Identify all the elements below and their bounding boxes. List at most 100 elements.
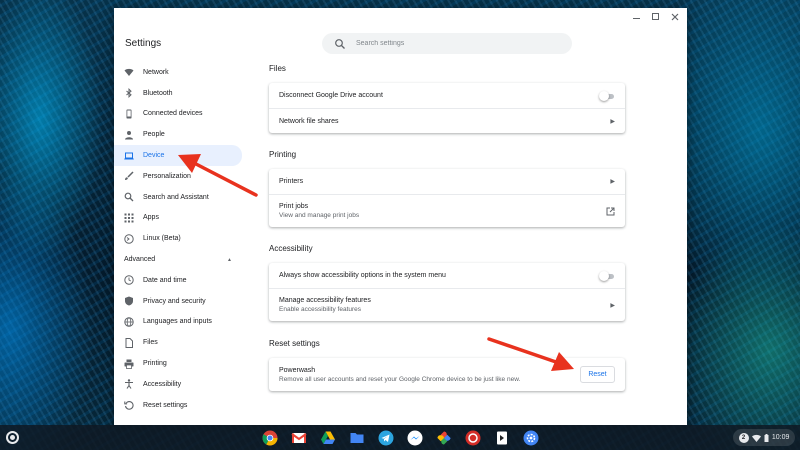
- printers-row[interactable]: Printers ▶: [269, 169, 625, 194]
- minimize-button[interactable]: [630, 10, 643, 23]
- sidebar-item-label: Languages and inputs: [143, 318, 212, 326]
- section-title-files: Files: [269, 64, 286, 73]
- settings-icon: [523, 430, 538, 445]
- sidebar-item-bluetooth[interactable]: Bluetooth: [114, 83, 242, 104]
- sidebar-item-printing[interactable]: Printing: [114, 353, 242, 374]
- sidebar-item-accessibility[interactable]: Accessibility: [114, 374, 242, 395]
- printing-card: Printers ▶ Print jobs View and manage pr…: [269, 169, 625, 227]
- pinned-apps: [259, 428, 541, 447]
- sidebar-item-label: Network: [143, 68, 169, 76]
- telegram-icon: [378, 430, 393, 445]
- reset-button[interactable]: Reset: [580, 366, 615, 383]
- sidebar-item-personalization[interactable]: Personalization: [114, 166, 242, 187]
- advanced-label: Advanced: [124, 256, 156, 264]
- sidebar-item-languages[interactable]: Languages and inputs: [114, 312, 242, 333]
- row-label: Network file shares: [279, 117, 339, 125]
- clock-time: 10:09: [771, 434, 790, 441]
- minimize-icon: [633, 18, 640, 19]
- search-bar[interactable]: [322, 33, 572, 54]
- launcher-button[interactable]: [6, 431, 19, 444]
- sidebar-item-label: Personalization: [143, 172, 191, 180]
- reset-card: Powerwash Remove all user accounts and r…: [269, 358, 625, 391]
- search-input[interactable]: [356, 40, 536, 47]
- settings-window: Settings Network Bluetooth Connected dev…: [114, 8, 687, 425]
- network-file-shares-row[interactable]: Network file shares ▶: [269, 108, 625, 133]
- search-icon: [124, 192, 134, 202]
- sidebar-item-connected-devices[interactable]: Connected devices: [114, 104, 242, 125]
- messenger-icon: [407, 430, 422, 445]
- sidebar-item-label: Reset settings: [143, 401, 188, 409]
- arrow-right-icon: ▶: [610, 302, 615, 309]
- sidebar-item-label: Printing: [143, 360, 167, 368]
- bluetooth-icon: [124, 88, 134, 99]
- sidebar-item-label: Search and Assistant: [143, 193, 209, 201]
- sidebar-item-date-time[interactable]: Date and time: [114, 270, 242, 291]
- toggle-knob: [599, 270, 609, 281]
- disconnect-drive-toggle[interactable]: [599, 90, 615, 101]
- person-icon: [124, 130, 134, 140]
- page-title: Settings: [125, 38, 162, 49]
- always-show-a11y-toggle[interactable]: [599, 270, 615, 281]
- row-label: Always show accessibility options in the…: [279, 272, 446, 279]
- maximize-icon: [652, 13, 659, 20]
- lastpass-icon: [465, 430, 480, 445]
- shield-icon: [124, 296, 134, 306]
- notification-count: 2: [738, 432, 749, 443]
- maximize-button[interactable]: [649, 10, 662, 23]
- sidebar-item-files[interactable]: Files: [114, 332, 242, 353]
- restore-icon: [124, 400, 134, 410]
- sidebar-item-network[interactable]: Network: [114, 62, 242, 83]
- battery-icon: [764, 433, 769, 442]
- sidebar-item-label: Linux (Beta): [143, 235, 181, 243]
- messenger-app[interactable]: [404, 428, 425, 447]
- sidebar-item-label: Device: [143, 152, 165, 160]
- sidebar-item-reset[interactable]: Reset settings: [114, 395, 242, 416]
- files-card: Disconnect Google Drive account Network …: [269, 83, 625, 133]
- files-icon: [350, 432, 363, 443]
- arrow-right-icon: ▶: [610, 179, 615, 185]
- telegram-app[interactable]: [375, 428, 396, 447]
- laptop-icon: [124, 151, 134, 161]
- row-sublabel: Remove all user accounts and reset your …: [279, 375, 521, 383]
- gmail-app[interactable]: [288, 428, 309, 447]
- section-title-accessibility: Accessibility: [269, 244, 313, 253]
- section-title-reset: Reset settings: [269, 339, 320, 348]
- files-app[interactable]: [346, 428, 367, 447]
- misc-app[interactable]: [491, 428, 512, 447]
- sidebar-item-label: People: [143, 131, 165, 139]
- sidebar-item-linux[interactable]: Linux (Beta): [114, 228, 242, 249]
- globe-icon: [124, 317, 134, 327]
- sidebar-item-apps[interactable]: Apps: [114, 208, 242, 229]
- clock-icon: [124, 275, 134, 286]
- sidebar-advanced-toggle[interactable]: Advanced ▲: [114, 249, 242, 270]
- section-title-printing: Printing: [269, 150, 297, 159]
- status-area[interactable]: 2 10:09: [733, 429, 795, 446]
- apps-grid-icon: [124, 213, 134, 223]
- sidebar-item-label: Privacy and security: [143, 297, 206, 305]
- arrow-right-icon: ▶: [610, 118, 615, 125]
- sidebar-item-device[interactable]: Device: [114, 145, 242, 166]
- drive-app[interactable]: [317, 428, 338, 447]
- close-button[interactable]: [668, 10, 681, 23]
- search-icon: [335, 38, 345, 49]
- sidebar-item-privacy[interactable]: Privacy and security: [114, 291, 242, 312]
- printer-icon: [124, 359, 134, 369]
- settings-app[interactable]: [520, 428, 541, 447]
- row-sublabel: View and manage print jobs: [279, 212, 360, 219]
- sidebar-item-search-assistant[interactable]: Search and Assistant: [114, 187, 242, 208]
- row-text: Manage accessibility features Enable acc…: [279, 297, 371, 313]
- disconnect-drive-row[interactable]: Disconnect Google Drive account: [269, 83, 625, 108]
- lastpass-app[interactable]: [462, 428, 483, 447]
- sidebar-item-people[interactable]: People: [114, 124, 242, 145]
- terminal-icon: [124, 234, 134, 244]
- gmail-icon: [290, 432, 307, 443]
- print-jobs-row[interactable]: Print jobs View and manage print jobs: [269, 194, 625, 227]
- always-show-a11y-row[interactable]: Always show accessibility options in the…: [269, 263, 625, 288]
- row-text: Print jobs View and manage print jobs: [279, 203, 359, 219]
- wifi-icon: [124, 67, 134, 77]
- open-in-new-icon: [606, 207, 615, 215]
- app-icon: [496, 431, 507, 444]
- chrome-app[interactable]: [259, 428, 280, 447]
- photos-app[interactable]: [433, 428, 454, 447]
- manage-a11y-row[interactable]: Manage accessibility features Enable acc…: [269, 288, 625, 321]
